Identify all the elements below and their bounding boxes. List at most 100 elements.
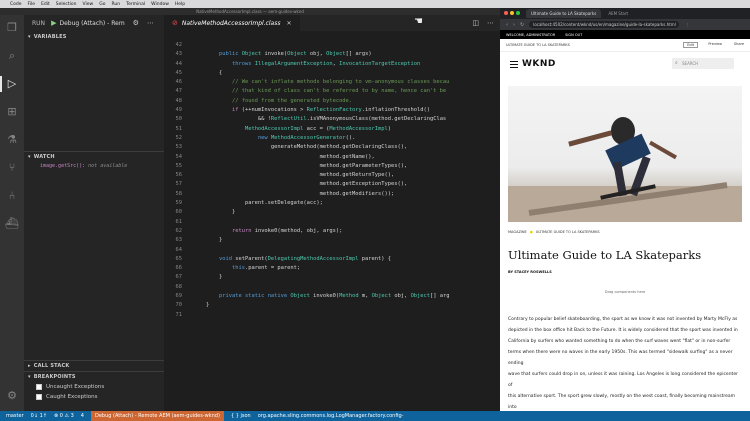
reload-icon[interactable]: ↻ bbox=[520, 22, 524, 28]
close-window-icon[interactable] bbox=[504, 11, 508, 15]
line-number[interactable]: 57 bbox=[164, 180, 183, 189]
line-number[interactable]: 67 bbox=[164, 273, 183, 282]
line-number[interactable]: 51 bbox=[164, 125, 183, 134]
code-line[interactable]: 56 method.getReturnType(), bbox=[164, 171, 500, 180]
line-number[interactable]: 55 bbox=[164, 162, 183, 171]
watch-expression[interactable]: image.getSrc(): not available bbox=[24, 162, 164, 171]
line-number[interactable]: 56 bbox=[164, 171, 183, 180]
hamburger-menu-icon[interactable] bbox=[510, 61, 518, 70]
status-logger[interactable]: org.apache.sling.commons.log.LogManager.… bbox=[258, 413, 404, 419]
back-icon[interactable]: ‹ bbox=[506, 22, 508, 28]
line-number[interactable]: 46 bbox=[164, 78, 183, 87]
menu-selection[interactable]: Selection bbox=[56, 2, 77, 7]
address-bar[interactable]: localhost:4502/content/wknd/us/en/magazi… bbox=[529, 21, 680, 28]
code-line[interactable]: 64 bbox=[164, 246, 500, 255]
search-input[interactable]: ⌕ SEARCH bbox=[672, 58, 734, 69]
code-line[interactable]: 48 // found from the generated bytecode. bbox=[164, 97, 500, 106]
source-control-icon[interactable]: ⑂ bbox=[5, 161, 19, 175]
manage-gear-icon[interactable]: ⚙ bbox=[5, 389, 19, 403]
watch-header[interactable]: ▾ WATCH bbox=[24, 151, 164, 162]
code-line[interactable]: 68 bbox=[164, 283, 500, 292]
status-sync[interactable]: 0↓ 1↑ bbox=[31, 413, 47, 419]
breakpoint-uncaught[interactable]: Uncaught Exceptions bbox=[24, 382, 164, 392]
menu-window[interactable]: Window bbox=[151, 2, 169, 7]
code-line[interactable]: 66 this.parent = parent; bbox=[164, 264, 500, 273]
debug-settings-icon[interactable]: ⚙ bbox=[133, 19, 139, 27]
extensions-icon[interactable]: ⋮ bbox=[685, 22, 689, 27]
menu-view[interactable]: View bbox=[83, 2, 94, 7]
signout-link[interactable]: SIGN OUT bbox=[565, 33, 582, 37]
close-icon[interactable]: ✕ bbox=[286, 20, 291, 27]
code-line[interactable]: 55 method.getParameterTypes(), bbox=[164, 162, 500, 171]
line-number[interactable]: 63 bbox=[164, 236, 183, 245]
code-line[interactable]: 61 bbox=[164, 218, 500, 227]
code-line[interactable]: 69 private static native Object invoke0(… bbox=[164, 292, 500, 301]
code-line[interactable]: 46 // We can't inflate methods belonging… bbox=[164, 78, 500, 87]
line-number[interactable]: 61 bbox=[164, 218, 183, 227]
line-number[interactable]: 66 bbox=[164, 264, 183, 273]
minimize-window-icon[interactable] bbox=[510, 11, 514, 15]
menu-edit[interactable]: Edit bbox=[41, 2, 50, 7]
status-language[interactable]: { } json bbox=[231, 413, 251, 419]
forward-icon[interactable]: › bbox=[513, 22, 515, 28]
code-view[interactable]: 42 43 public Object invoke(Object obj, Ob… bbox=[164, 41, 500, 326]
more-actions-icon[interactable]: ⋯ bbox=[147, 19, 154, 27]
debug-config-select[interactable]: Debug (Attach) - Rem bbox=[59, 20, 124, 27]
code-line[interactable]: 53 generateMethod(method.getDeclaringCla… bbox=[164, 143, 500, 152]
docker-icon[interactable]: ⛴ bbox=[5, 217, 19, 231]
code-line[interactable]: 71 bbox=[164, 311, 500, 320]
line-number[interactable]: 71 bbox=[164, 311, 183, 320]
code-line[interactable]: 42 bbox=[164, 41, 500, 50]
git-graph-icon[interactable]: ⑃ bbox=[5, 189, 19, 203]
code-line[interactable]: 70} bbox=[164, 301, 500, 310]
line-number[interactable]: 52 bbox=[164, 134, 183, 143]
line-number[interactable]: 54 bbox=[164, 153, 183, 162]
drop-zone[interactable]: Drag components here bbox=[508, 290, 742, 294]
line-number[interactable]: 48 bbox=[164, 97, 183, 106]
testing-icon[interactable]: ⚗ bbox=[5, 133, 19, 147]
code-line[interactable]: 43 public Object invoke(Object obj, Obje… bbox=[164, 50, 500, 59]
line-number[interactable]: 60 bbox=[164, 208, 183, 217]
line-number[interactable]: 49 bbox=[164, 106, 183, 115]
share-button[interactable]: Share bbox=[734, 42, 744, 46]
browser-tab-active[interactable]: Ultimate Guide to LA Skateparks bbox=[526, 9, 602, 18]
checkbox[interactable] bbox=[36, 394, 42, 400]
line-number[interactable]: 43 bbox=[164, 50, 183, 59]
code-line[interactable]: 47 // that kind of class can't be referr… bbox=[164, 87, 500, 96]
code-line[interactable]: 51 MethodAccessorImpl acc = (MethodAcces… bbox=[164, 125, 500, 134]
edit-button[interactable]: Edit bbox=[683, 42, 698, 48]
extensions-icon[interactable]: ⊞ bbox=[5, 105, 19, 119]
variables-header[interactable]: ▾ VARIABLES bbox=[24, 31, 164, 42]
zoom-window-icon[interactable] bbox=[516, 11, 520, 15]
code-line[interactable]: 59 parent.setDelegate(acc); bbox=[164, 199, 500, 208]
status-branch[interactable]: master bbox=[6, 413, 24, 419]
code-line[interactable]: 50 && !ReflectUtil.isVMAnonymousClass(me… bbox=[164, 115, 500, 124]
browser-tab[interactable]: AEM Start bbox=[603, 9, 633, 18]
more-actions-icon[interactable]: ⋯ bbox=[487, 19, 494, 27]
code-line[interactable]: 52 new MethodAccessorGenerator(). bbox=[164, 134, 500, 143]
line-number[interactable]: 53 bbox=[164, 143, 183, 152]
tab-native-method-accessor[interactable]: ⊘ NativeMethodAccessorImpl.class ✕ bbox=[164, 15, 300, 31]
start-debug-icon[interactable]: ▶ bbox=[51, 19, 56, 27]
line-number[interactable]: 42 bbox=[164, 41, 183, 50]
code-line[interactable]: 54 method.getName(), bbox=[164, 153, 500, 162]
line-number[interactable]: 65 bbox=[164, 255, 183, 264]
status-problems[interactable]: ⊗ 0 ⚠ 3 bbox=[54, 413, 74, 419]
code-line[interactable]: 65 void setParent(DelegatingMethodAccess… bbox=[164, 255, 500, 264]
breadcrumb-parent[interactable]: MAGAZINE bbox=[508, 230, 527, 234]
line-number[interactable]: 62 bbox=[164, 227, 183, 236]
line-number[interactable]: 59 bbox=[164, 199, 183, 208]
breakpoint-caught[interactable]: Caught Exceptions bbox=[24, 392, 164, 402]
menu-go[interactable]: Go bbox=[99, 2, 105, 7]
line-number[interactable]: 64 bbox=[164, 246, 183, 255]
explorer-icon[interactable]: ❐ bbox=[5, 21, 19, 35]
menu-code[interactable]: Code bbox=[10, 2, 22, 7]
code-line[interactable]: 60 } bbox=[164, 208, 500, 217]
code-line[interactable]: 62 return invoke0(method, obj, args); bbox=[164, 227, 500, 236]
wknd-logo[interactable]: WKND bbox=[522, 59, 556, 69]
code-line[interactable]: 49 if (++numInvocations > ReflectionFact… bbox=[164, 106, 500, 115]
line-number[interactable]: 70 bbox=[164, 301, 183, 310]
checkbox[interactable] bbox=[36, 384, 42, 390]
breakpoints-header[interactable]: ▾ BREAKPOINTS bbox=[24, 371, 164, 382]
line-number[interactable]: 45 bbox=[164, 69, 183, 78]
